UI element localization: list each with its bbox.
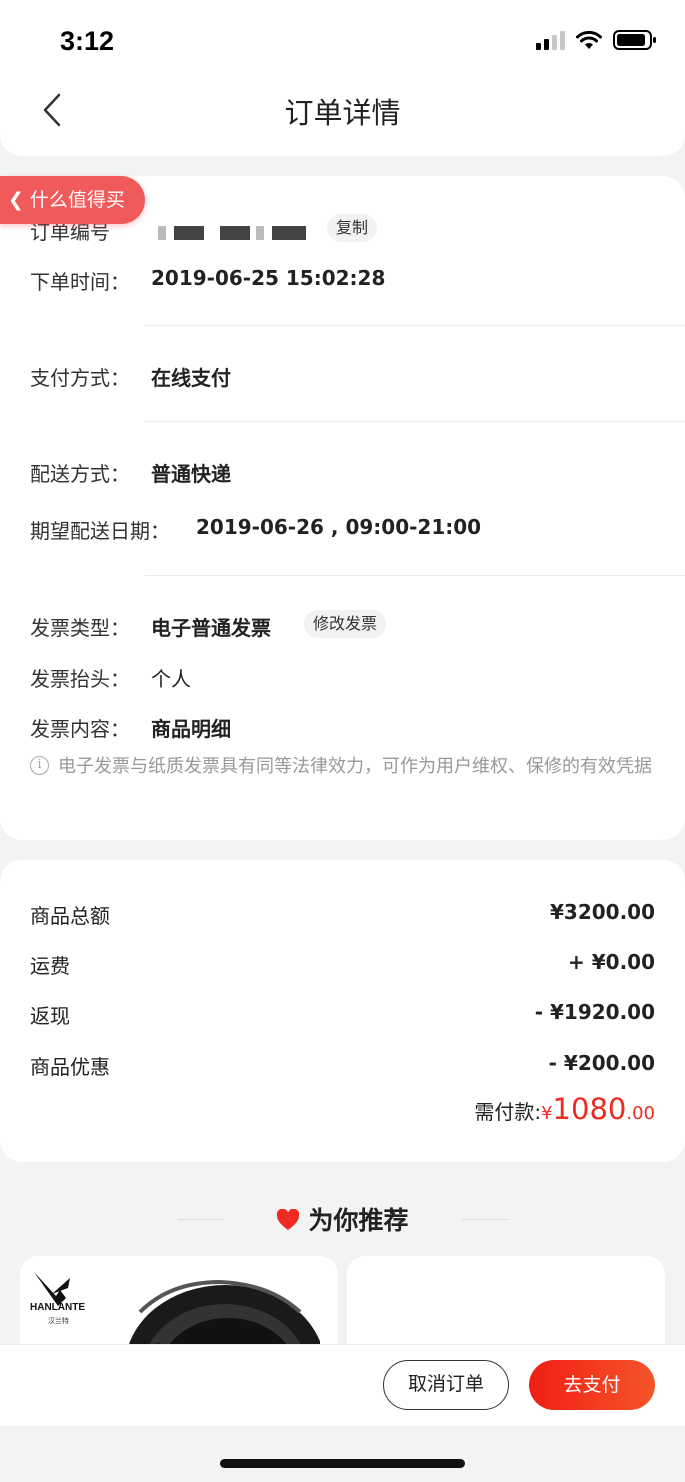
bottom-action-bar: 取消订单 去支付 [0,1344,685,1426]
cashback-label: 返现 [30,1004,70,1028]
info-icon: i [30,756,49,775]
invoice-header-value: 个人 [151,667,191,691]
smzdm-return-badge[interactable]: ❮ 什么值得买 [0,176,145,224]
invoice-content-value: 商品明细 [151,717,231,741]
order-time-value: 2019-06-25 15:02:28 [151,266,386,290]
invoice-note: i 电子发票与纸质发票具有同等法律效力，可作为用户维权、保修的有效凭据 [30,751,655,782]
order-number-masked [220,226,250,240]
shipping-value: + ¥0.00 [568,950,655,974]
divider [145,421,685,422]
recommend-title-text: 为你推荐 [308,1206,409,1235]
battery-icon [613,30,656,50]
smzdm-badge-label: 什么值得买 [29,189,125,211]
payment-method-value: 在线支付 [151,366,231,390]
wifi-icon [576,30,602,49]
divider [145,325,685,326]
payment-method-label: 支付方式： [30,366,130,390]
recommend-title: 为你推荐 [0,1201,685,1237]
invoice-type-value: 电子普通发票 [151,616,271,640]
subtotal-value: ¥3200.00 [549,900,655,924]
payable-currency: ¥ [541,1103,553,1124]
modify-invoice-button[interactable]: 修改发票 [304,610,387,638]
order-time-label: 下单时间： [30,270,130,294]
invoice-header-label: 发票抬头： [30,667,130,691]
product-card[interactable] [347,1256,665,1346]
payable-integer: 1080 [552,1092,627,1126]
subtotal-label: 商品总额 [30,904,110,928]
navigation-bar: 订单详情 [0,66,685,156]
status-bar: 3:12 [0,0,685,70]
status-icons [536,28,657,52]
order-number-masked [256,226,264,240]
copy-button[interactable]: 复制 [327,214,378,242]
page-title: 订单详情 [284,96,401,130]
status-time: 3:12 [60,26,115,56]
cellular-signal-icon [536,30,565,50]
delivery-method-value: 普通快递 [151,462,231,486]
payable-amount: 需付款: ¥ 1080 .00 [474,1092,655,1126]
pay-button[interactable]: 去支付 [529,1360,655,1410]
discount-label: 商品优惠 [30,1055,110,1079]
order-number-masked [158,226,166,240]
home-indicator[interactable] [220,1459,465,1468]
payable-label: 需付款: [474,1100,542,1124]
heart-icon [277,1209,300,1230]
cashback-value: - ¥1920.00 [534,1000,655,1024]
order-number-masked [174,226,204,240]
brand-name: HANLANTE [30,1302,85,1313]
order-number-masked [272,226,306,240]
invoice-note-text: 电子发票与纸质发票具有同等法律效力，可作为用户维权、保修的有效凭据 [58,756,652,777]
cancel-order-button[interactable]: 取消订单 [383,1360,509,1410]
invoice-type-label: 发票类型： [30,616,130,640]
product-card[interactable]: HANLANTE 汉兰特 [20,1256,338,1346]
payable-decimal: .00 [626,1103,655,1124]
expected-delivery-value: 2019-06-26 , 09:00-21:00 [196,515,482,539]
belt-image [128,1279,320,1346]
brand-subname: 汉兰特 [48,1317,69,1325]
chevron-left-icon: ❮ [8,189,24,211]
invoice-content-label: 发票内容： [30,717,130,741]
delivery-method-label: 配送方式： [30,462,130,486]
divider [145,575,685,576]
discount-value: - ¥200.00 [548,1051,655,1075]
shipping-label: 运费 [30,954,70,978]
expected-delivery-label: 期望配送日期： [30,519,170,543]
